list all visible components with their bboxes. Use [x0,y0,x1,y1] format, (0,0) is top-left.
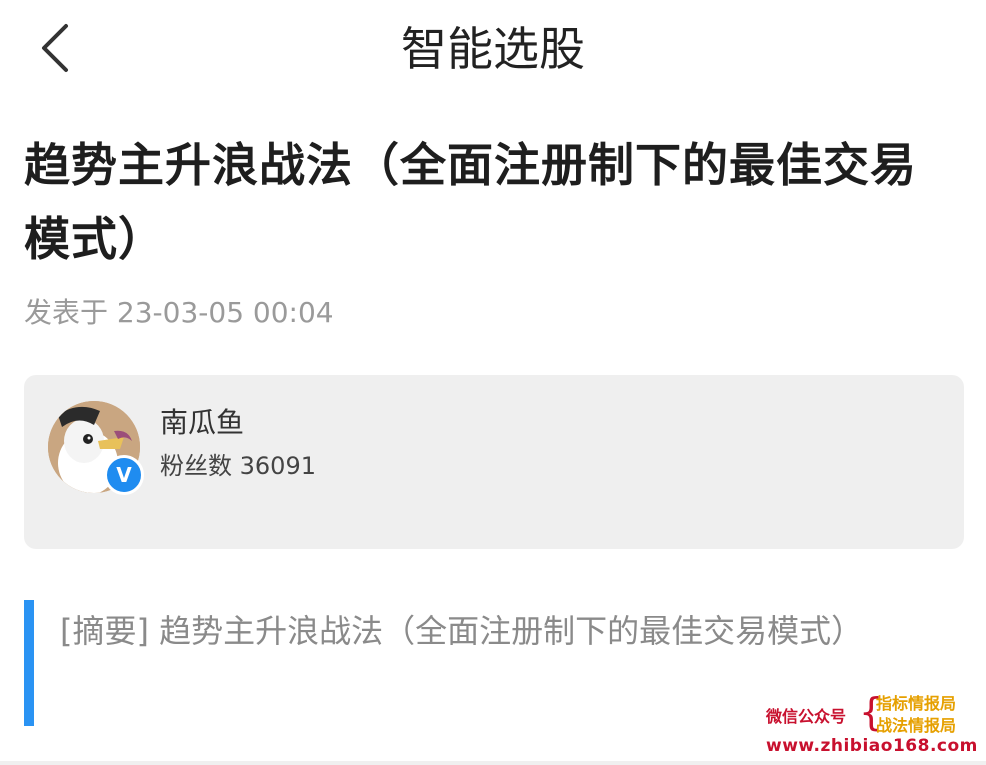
publish-info: 发表于 23-03-05 00:04 [24,293,334,333]
article-page: 智能选股 趋势主升浪战法（全面注册制下的最佳交易模式） 发表于 23-03-05… [0,0,986,765]
watermark-line-1: 指标情报局 [876,694,957,713]
bottom-divider [0,761,986,765]
verified-v-icon: V [104,455,144,495]
watermark-url: www.zhibiao168.com [766,736,978,756]
fans-value: 36091 [239,452,316,480]
author-card[interactable]: V 南瓜鱼 粉丝数 36091 [24,375,964,549]
summary-text: [摘要] 趋势主升浪战法（全面注册制下的最佳交易模式） [60,612,864,650]
article-title: 趋势主升浪战法（全面注册制下的最佳交易模式） [24,138,917,266]
watermark: 微信公众号 { 指标情报局 战法情报局 www.zhibiao168.com [766,690,978,762]
publish-label: 发表于 [24,296,109,329]
watermark-line-2: 战法情报局 [876,716,957,735]
publish-time: 23-03-05 00:04 [116,296,334,329]
summary-accent-bar [24,600,34,726]
fans-label: 粉丝数 [160,452,232,480]
page-title: 智能选股 [401,22,585,76]
author-name[interactable]: 南瓜鱼 [160,403,244,443]
watermark-wechat-label: 微信公众号 [766,707,847,726]
fans-count: 粉丝数 36091 [160,448,316,484]
